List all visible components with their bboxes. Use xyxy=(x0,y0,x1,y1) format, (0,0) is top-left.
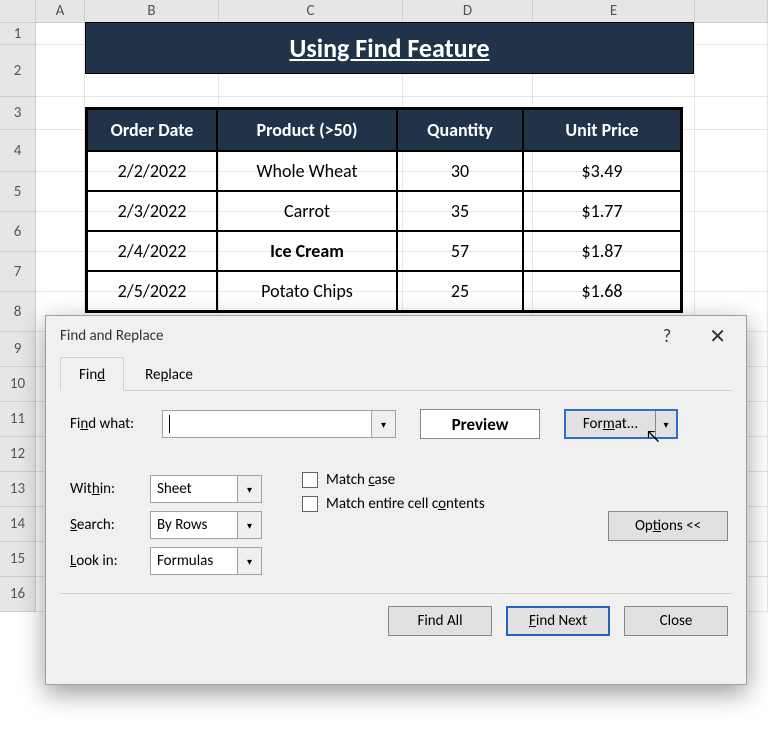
preview-button[interactable]: Preview xyxy=(420,409,540,439)
cell-date[interactable]: 2/2/2022 xyxy=(87,151,217,191)
data-table: Order Date Product (>50) Quantity Unit P… xyxy=(85,107,683,313)
cell-product[interactable]: Potato Chips xyxy=(217,271,397,311)
chevron-down-icon: ▾ xyxy=(237,548,261,574)
col-unit-price[interactable]: Unit Price xyxy=(523,109,681,151)
col-product[interactable]: Product (>50) xyxy=(217,109,397,151)
within-select[interactable]: Sheet▾ xyxy=(150,475,262,503)
row-header[interactable]: 2 xyxy=(0,45,36,97)
row-header[interactable]: 3 xyxy=(0,97,36,130)
col-header-blank xyxy=(695,0,768,22)
row-header[interactable]: 15 xyxy=(0,542,36,577)
column-headers: A B C D E xyxy=(0,0,768,23)
blank-corner xyxy=(0,0,36,22)
within-label: Within: xyxy=(70,480,150,498)
row-header[interactable]: 12 xyxy=(0,437,36,472)
col-quantity[interactable]: Quantity xyxy=(397,109,523,151)
find-all-button[interactable]: Find All xyxy=(388,606,492,636)
search-label: Search: xyxy=(70,516,150,534)
lookin-select[interactable]: Formulas▾ xyxy=(150,547,262,575)
cell-qty[interactable]: 57 xyxy=(397,231,523,271)
search-select[interactable]: By Rows▾ xyxy=(150,511,262,539)
col-header-c[interactable]: C xyxy=(219,0,403,22)
col-header-d[interactable]: D xyxy=(403,0,533,22)
row-header[interactable]: 11 xyxy=(0,402,36,437)
find-replace-dialog: Find and Replace ? ✕ Find Replace Find w… xyxy=(45,315,747,685)
tabbar: Find Replace xyxy=(60,356,732,391)
close-button[interactable]: Close xyxy=(624,606,728,636)
row-header[interactable]: 8 xyxy=(0,292,36,332)
find-what-input[interactable] xyxy=(162,410,372,438)
find-what-history-dropdown[interactable]: ▾ xyxy=(372,410,396,438)
tab-find[interactable]: Find xyxy=(60,357,124,391)
cursor-icon: ↖ xyxy=(645,425,661,447)
row-header[interactable]: 7 xyxy=(0,252,36,292)
cell-price[interactable]: $1.87 xyxy=(523,231,681,271)
help-icon[interactable]: ? xyxy=(663,325,671,347)
row-header[interactable]: 1 xyxy=(0,23,36,45)
cell-qty[interactable]: 25 xyxy=(397,271,523,311)
chevron-down-icon: ▾ xyxy=(237,512,261,538)
col-header-e[interactable]: E xyxy=(533,0,695,22)
format-button[interactable]: Format...↖ ▾ xyxy=(564,409,678,439)
cell-product[interactable]: Ice Cream xyxy=(217,231,397,271)
table-row: 2/4/2022 Ice Cream 57 $1.87 xyxy=(87,231,681,271)
row-header[interactable]: 16 xyxy=(0,577,36,612)
row-header[interactable]: 6 xyxy=(0,212,36,252)
dialog-title-text: Find and Replace xyxy=(60,327,663,345)
row-header[interactable]: 10 xyxy=(0,367,36,402)
cell-product[interactable]: Whole Wheat xyxy=(217,151,397,191)
cell-qty[interactable]: 35 xyxy=(397,191,523,231)
table-row: 2/2/2022 Whole Wheat 30 $3.49 xyxy=(87,151,681,191)
row-header[interactable]: 14 xyxy=(0,507,36,542)
col-header-b[interactable]: B xyxy=(85,0,219,22)
cell-product[interactable]: Carrot xyxy=(217,191,397,231)
cell-price[interactable]: $1.68 xyxy=(523,271,681,311)
tab-replace[interactable]: Replace xyxy=(126,357,212,391)
find-next-button[interactable]: Find Next xyxy=(506,606,610,636)
row-header[interactable]: 4 xyxy=(0,130,36,172)
table-row: 2/5/2022 Potato Chips 25 $1.68 xyxy=(87,271,681,311)
options-button[interactable]: Options << xyxy=(608,511,728,541)
table-row: 2/3/2022 Carrot 35 $1.77 xyxy=(87,191,681,231)
row-header[interactable]: 9 xyxy=(0,332,36,367)
cell-qty[interactable]: 30 xyxy=(397,151,523,191)
cell-price[interactable]: $3.49 xyxy=(523,151,681,191)
page-title: Using Find Feature xyxy=(85,22,694,74)
lookin-label: Look in: xyxy=(70,552,150,570)
match-case-checkbox[interactable]: Match case xyxy=(302,471,485,489)
match-entire-checkbox[interactable]: Match entire cell contents xyxy=(302,495,485,513)
close-icon[interactable]: ✕ xyxy=(699,320,736,353)
col-order-date[interactable]: Order Date xyxy=(87,109,217,151)
row-header[interactable]: 13 xyxy=(0,472,36,507)
chevron-down-icon: ▾ xyxy=(237,476,261,502)
cell-price[interactable]: $1.77 xyxy=(523,191,681,231)
find-what-label: Find what: xyxy=(70,415,162,433)
cell-date[interactable]: 2/4/2022 xyxy=(87,231,217,271)
cell-date[interactable]: 2/5/2022 xyxy=(87,271,217,311)
dialog-titlebar[interactable]: Find and Replace ? ✕ xyxy=(46,316,746,356)
cell-date[interactable]: 2/3/2022 xyxy=(87,191,217,231)
row-header[interactable]: 5 xyxy=(0,172,36,212)
col-header-a[interactable]: A xyxy=(36,0,85,22)
